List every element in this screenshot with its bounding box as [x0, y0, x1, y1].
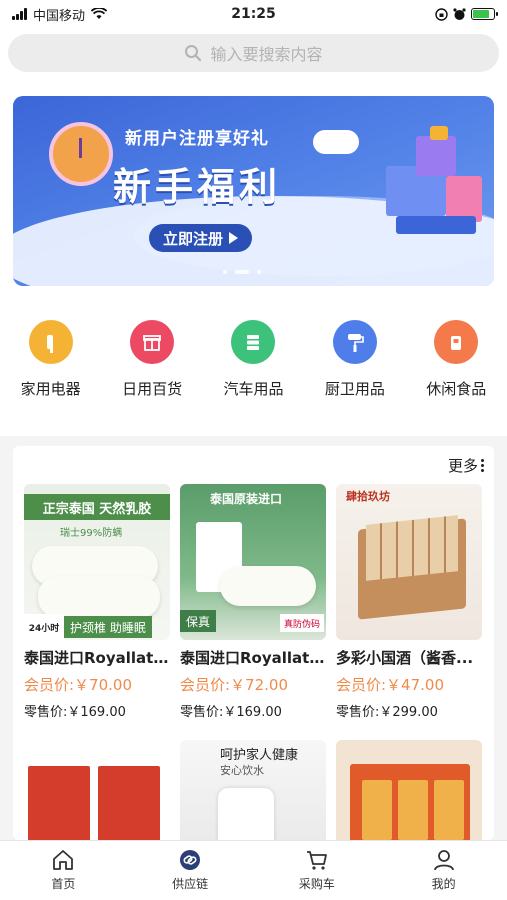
product-card[interactable]: 呵护家人健康 安心饮水 — [180, 740, 326, 840]
category-item[interactable]: 休闲食品 — [408, 320, 504, 436]
isometric-store-illustration — [376, 126, 486, 246]
play-arrow-icon — [229, 232, 239, 244]
search-bar: 输入要搜索内容 — [0, 28, 507, 82]
product-name: 泰国进口Royallat... — [24, 649, 170, 667]
category-item[interactable]: 家用电器 — [3, 320, 99, 436]
carousel-dot[interactable] — [257, 270, 261, 274]
product-name: 泰国进口Royallat... — [180, 649, 326, 667]
image-headline: 正宗泰国 天然乳胶 — [24, 494, 170, 520]
status-time: 21:25 — [231, 6, 276, 22]
cloud-illustration — [313, 130, 359, 154]
category-item[interactable]: 日用百货 — [104, 320, 200, 436]
category-label: 家用电器 — [20, 380, 81, 398]
category-label: 日用百货 — [122, 380, 183, 398]
search-placeholder: 输入要搜索内容 — [210, 45, 323, 64]
product-name: 多彩小国酒（酱香... — [336, 649, 474, 667]
authentic-badge: 保真 — [180, 610, 217, 632]
category-nav: 家用电器 日用百货 汽车用品 厨卫用品 休闲食品 — [0, 310, 507, 436]
category-item[interactable]: 汽车用品 — [205, 320, 301, 436]
bottom-tab-bar: 首页 供应链 采购车 我的 — [0, 840, 507, 900]
alarm-icon — [453, 7, 466, 20]
anti-fake-badge: 真防伪码 — [279, 614, 324, 632]
product-grid: 正宗泰国 天然乳胶 瑞士99%防螨 24小时 护颈椎 助睡眠 泰国进口Royal… — [13, 484, 494, 840]
status-bar: 中国移动 21:25 — [0, 0, 507, 28]
tab-supply-chain[interactable]: 供应链 — [127, 841, 254, 900]
product-card[interactable] — [24, 740, 170, 840]
gift-icon — [130, 320, 175, 364]
product-card[interactable] — [336, 740, 482, 840]
carousel-dot[interactable] — [235, 270, 249, 274]
search-input[interactable]: 输入要搜索内容 — [8, 34, 499, 72]
user-icon — [433, 850, 454, 871]
image-corner-badge: 24小时 — [24, 614, 64, 640]
image-headline: 呵护家人健康 — [220, 748, 299, 763]
retail-price: 零售价:￥169.00 — [180, 705, 282, 720]
more-label: 更多 — [447, 456, 478, 475]
paint-roller-icon — [332, 320, 377, 364]
status-right — [435, 7, 498, 21]
appliance-icon — [28, 320, 73, 364]
tab-label: 首页 — [51, 877, 76, 891]
tab-cart[interactable]: 采购车 — [254, 841, 381, 900]
product-image: 肆拾玖坊 — [336, 484, 482, 640]
supply-chain-icon — [180, 850, 201, 870]
product-image — [336, 740, 482, 840]
member-price: 会员价:￥70.00 — [24, 676, 132, 694]
retail-price: 零售价:￥299.00 — [336, 705, 438, 720]
product-section: 更多 正宗泰国 天然乳胶 瑞士99%防螨 24小时 护颈椎 助睡眠 泰国进口Ro… — [13, 446, 494, 840]
home-icon — [53, 850, 74, 870]
retail-price: 零售价:￥169.00 — [24, 705, 126, 720]
snack-icon — [434, 320, 479, 364]
category-label: 厨卫用品 — [324, 380, 385, 398]
image-subline: 安心饮水 — [220, 764, 264, 777]
tab-label: 我的 — [431, 877, 456, 891]
carrier-label: 中国移动 — [33, 8, 86, 24]
orientation-lock-icon — [435, 7, 448, 21]
battery-fill — [473, 10, 489, 18]
image-subline: 瑞士99%防螨 — [60, 528, 123, 539]
product-image: 正宗泰国 天然乳胶 瑞士99%防螨 24小时 护颈椎 助睡眠 — [24, 484, 170, 640]
tab-profile[interactable]: 我的 — [380, 841, 507, 900]
more-link[interactable]: 更多 — [13, 446, 494, 484]
image-tag: 护颈椎 助睡眠 — [64, 616, 152, 638]
banner-section: 新用户注册享好礼 新手福利 立即注册 — [0, 82, 507, 310]
wifi-icon — [91, 8, 108, 19]
product-image — [24, 740, 170, 840]
register-button-label: 立即注册 — [163, 229, 224, 248]
product-card[interactable]: 正宗泰国 天然乳胶 瑞士99%防螨 24小时 护颈椎 助睡眠 泰国进口Royal… — [24, 484, 170, 720]
more-dots-icon — [481, 458, 484, 472]
image-headline: 泰国原装进口 — [210, 492, 283, 506]
promo-banner[interactable]: 新用户注册享好礼 新手福利 立即注册 — [13, 96, 494, 286]
product-image: 呵护家人健康 安心饮水 — [180, 740, 326, 840]
product-image: 泰国原装进口 保真 真防伪码 — [180, 484, 326, 640]
category-label: 汽车用品 — [223, 380, 284, 398]
battery-icon — [471, 8, 498, 20]
register-button[interactable]: 立即注册 — [149, 224, 253, 252]
cart-icon — [306, 851, 327, 870]
tab-label: 供应链 — [172, 877, 209, 891]
member-price: 会员价:￥47.00 — [336, 676, 444, 694]
carousel-indicator — [223, 270, 261, 274]
banner-subtitle: 新用户注册享好礼 — [125, 129, 269, 149]
tab-label: 采购车 — [298, 877, 335, 891]
product-card[interactable]: 肆拾玖坊 多彩小国酒（酱香... 会员价:￥47.00 零售价:￥299.00 — [336, 484, 482, 720]
car-list-icon — [231, 320, 276, 364]
member-price: 会员价:￥72.00 — [180, 676, 288, 694]
banner-title: 新手福利 — [113, 165, 282, 209]
signal-icon — [12, 8, 27, 20]
status-left: 中国移动 — [12, 5, 108, 24]
image-brand: 肆拾玖坊 — [346, 490, 390, 503]
search-icon — [185, 45, 202, 62]
category-label: 休闲食品 — [426, 380, 487, 398]
category-item[interactable]: 厨卫用品 — [307, 320, 403, 436]
tab-home[interactable]: 首页 — [0, 841, 127, 900]
clock-illustration — [49, 122, 113, 186]
product-card[interactable]: 泰国原装进口 保真 真防伪码 泰国进口Royallat... 会员价:￥72.0… — [180, 484, 326, 720]
carousel-dot[interactable] — [223, 270, 227, 274]
